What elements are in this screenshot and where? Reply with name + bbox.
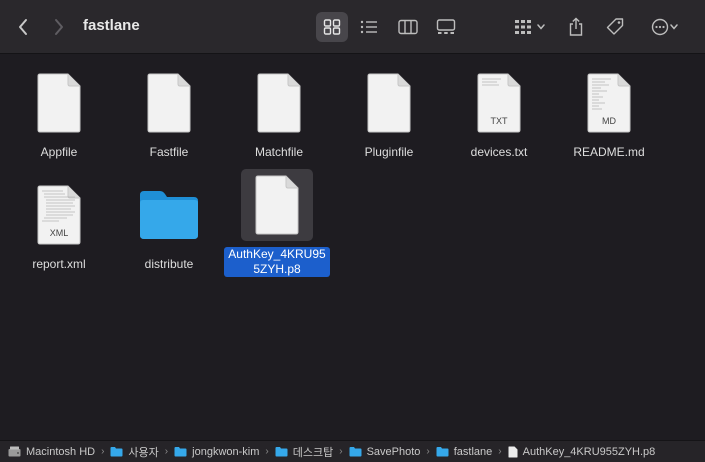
window-title: fastlane: [83, 17, 140, 34]
file-item-appfile[interactable]: Appfile: [4, 67, 114, 160]
tag-icon: [606, 18, 624, 35]
path-separator: ›: [498, 446, 502, 457]
folder-icon: [436, 447, 449, 457]
more-actions-button[interactable]: [643, 12, 687, 42]
file-name-selected: AuthKey_4KRU955ZYH.p8: [224, 247, 330, 277]
document-icon: [367, 73, 411, 133]
share-button[interactable]: [562, 12, 590, 42]
group-button[interactable]: [508, 12, 552, 42]
path-crumb-desktop[interactable]: 데스크탑: [275, 444, 333, 460]
folder-icon: [174, 447, 187, 457]
back-button[interactable]: [10, 12, 36, 42]
file-item-authkey[interactable]: AuthKey_4KRU955ZYH.p8: [222, 169, 332, 277]
file-name: Pluginfile: [364, 145, 414, 159]
document-icon: [255, 175, 299, 235]
path-crumb-label: 데스크탑: [292, 446, 334, 459]
file-icon-wrapper: TXT: [463, 67, 535, 139]
file-item-report-xml[interactable]: XML report.xml: [4, 179, 114, 272]
folder-icon: [349, 447, 362, 457]
hard-drive-icon: [8, 446, 21, 457]
path-crumb-label: Macintosh HD: [26, 445, 96, 458]
forward-button[interactable]: [46, 12, 72, 42]
file-icon-wrapper: [133, 67, 205, 139]
chevron-right-icon: [55, 19, 63, 35]
gallery-icon: [436, 19, 456, 34]
path-crumb-label: AuthKey_4KRU955ZYH.p8: [522, 445, 656, 458]
chevron-down-icon: [537, 24, 545, 30]
document-icon: [147, 73, 191, 133]
file-icon-wrapper-selected: [241, 169, 313, 241]
path-crumb-label: 사용자: [128, 446, 159, 459]
file-name: report.xml: [32, 257, 86, 271]
file-icon-wrapper: XML: [23, 179, 95, 251]
file-name: Appfile: [40, 145, 78, 159]
path-separator: ›: [164, 446, 169, 457]
path-crumb-label: SavePhoto: [366, 445, 421, 458]
file-icon-wrapper: [133, 179, 205, 251]
folder-icon: [110, 447, 123, 457]
text-document-icon: MD: [587, 73, 631, 133]
gallery-view-button[interactable]: [430, 12, 462, 42]
share-icon: [569, 17, 583, 36]
file-type-badge: TXT: [491, 116, 509, 126]
path-crumb-disk[interactable]: Macintosh HD: [8, 446, 95, 458]
document-icon: [508, 446, 518, 457]
text-document-icon: XML: [37, 185, 81, 245]
ellipsis-circle-icon: [651, 18, 669, 36]
path-crumb-fastlane[interactable]: fastlane: [436, 445, 493, 458]
file-name: Matchfile: [254, 145, 304, 159]
file-icon-wrapper: MD: [573, 67, 645, 139]
folder-icon: [140, 191, 198, 239]
toolbar: fastlane: [0, 0, 705, 54]
text-document-icon: TXT: [477, 73, 521, 133]
path-crumb-label: jongkwon-kim: [192, 445, 260, 458]
file-name: README.md: [573, 145, 645, 159]
group-grid-icon: [515, 20, 531, 34]
file-name: devices.txt: [470, 145, 528, 159]
icon-view-button[interactable]: [316, 12, 348, 42]
file-type-badge: MD: [602, 116, 616, 126]
tag-button[interactable]: [600, 12, 630, 42]
file-item-pluginfile[interactable]: Pluginfile: [334, 67, 444, 160]
columns-icon: [398, 19, 418, 35]
file-item-devices-txt[interactable]: TXT devices.txt: [444, 67, 554, 160]
folder-item-distribute[interactable]: distribute: [114, 179, 224, 272]
path-crumb-home[interactable]: jongkwon-kim: [174, 446, 259, 458]
path-separator: ›: [339, 446, 343, 457]
path-crumb-savephoto[interactable]: SavePhoto: [349, 445, 421, 458]
document-icon: [257, 73, 301, 133]
path-separator: ›: [265, 446, 269, 457]
file-name: Fastfile: [149, 145, 189, 159]
file-icon-wrapper: [23, 67, 95, 139]
file-grid: Appfile Fastfile Matchfile Pluginfile TX…: [0, 55, 705, 432]
file-item-readme-md[interactable]: MD README.md: [554, 67, 664, 160]
file-item-fastfile[interactable]: Fastfile: [114, 67, 224, 160]
file-icon-wrapper: [353, 67, 425, 139]
document-icon: [37, 73, 81, 133]
file-icon-wrapper: [243, 67, 315, 139]
path-crumb-users[interactable]: 사용자: [110, 444, 159, 460]
path-crumb-label: fastlane: [453, 445, 493, 458]
chevron-down-icon: [670, 24, 678, 30]
path-crumb-file[interactable]: AuthKey_4KRU955ZYH.p8: [508, 445, 656, 458]
path-bar: Macintosh HD › 사용자 › jongkwon-kim › 데스크탑…: [0, 440, 705, 462]
list-icon: [360, 20, 377, 34]
list-view-button[interactable]: [353, 12, 385, 42]
path-separator: ›: [426, 446, 430, 457]
file-item-matchfile[interactable]: Matchfile: [224, 67, 334, 160]
grid-icon: [323, 19, 341, 35]
column-view-button[interactable]: [392, 12, 424, 42]
folder-icon: [275, 447, 288, 457]
file-type-badge: XML: [50, 228, 69, 238]
chevron-left-icon: [19, 19, 27, 35]
folder-name: distribute: [144, 257, 194, 271]
path-separator: ›: [101, 446, 105, 457]
